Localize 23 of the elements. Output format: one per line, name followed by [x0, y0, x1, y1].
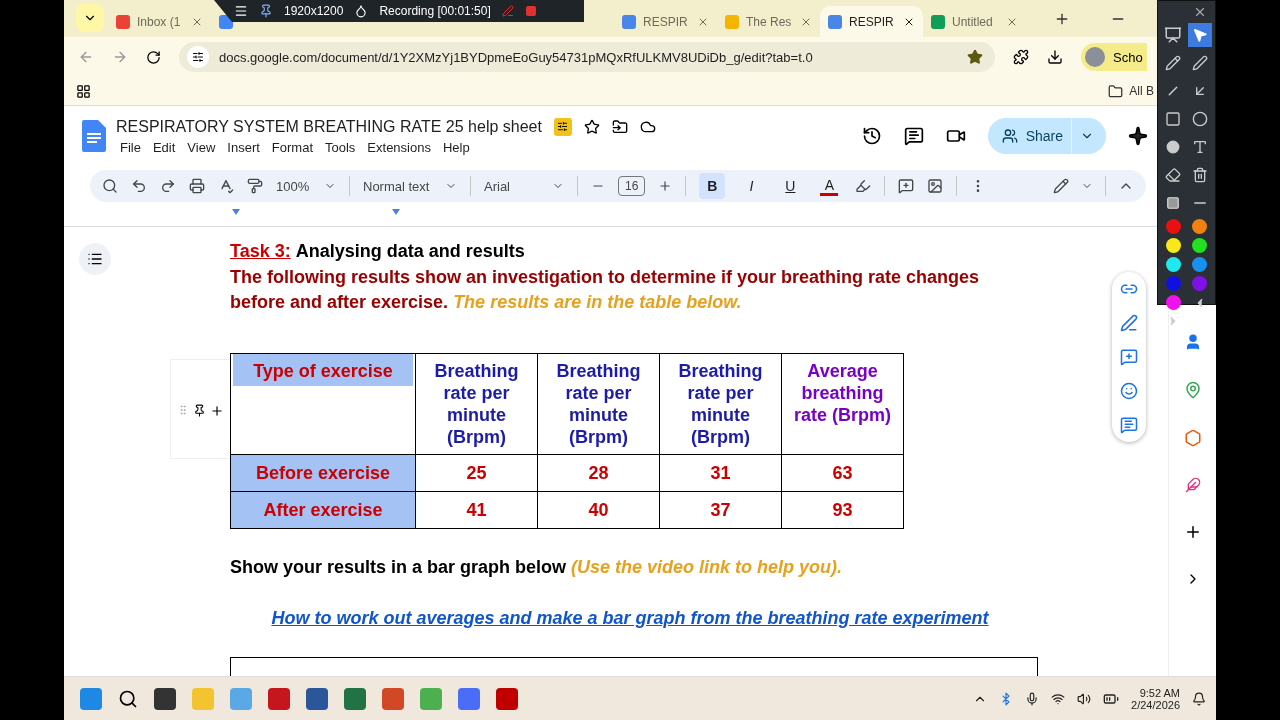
- prompt-text: Show your results in a bar graph below (Use the video link to help you).: [230, 557, 844, 578]
- table-cell: 40: [537, 491, 660, 529]
- table-cell: 31: [659, 454, 782, 492]
- table-cell: 37: [659, 491, 782, 529]
- column-header: Type of exercise: [230, 353, 416, 455]
- column-header: Breathing rate per minute (Brpm): [659, 353, 782, 455]
- table-cell: 25: [415, 454, 538, 492]
- row-header: After exercise: [230, 491, 416, 529]
- column-header: Breathing rate per minute (Brpm): [415, 353, 538, 455]
- task-title: Analysing data and results: [295, 241, 525, 262]
- prompt-note: (Use the video link to help you).: [571, 557, 843, 577]
- intro-paragraph: The following results show an investigation to determine if your breathing rate changes before and after exercise. The results are in the table below.: [230, 266, 981, 314]
- table-cell: 63: [781, 454, 904, 492]
- table-cell: 93: [781, 491, 904, 529]
- column-header: Breathing rate per minute (Brpm): [537, 353, 660, 455]
- table-cell: 28: [537, 454, 660, 492]
- table-cell: 41: [415, 491, 538, 529]
- task-label: Task 3:: [230, 241, 291, 262]
- recording-status: Recording [00:01:50]: [379, 4, 491, 18]
- row-header: Before exercise: [230, 454, 416, 492]
- resolution-text: 1920x1200: [284, 4, 344, 18]
- column-header: Average breathing rate (Brpm): [781, 353, 904, 455]
- note-text: The results are in the table below.: [453, 292, 742, 312]
